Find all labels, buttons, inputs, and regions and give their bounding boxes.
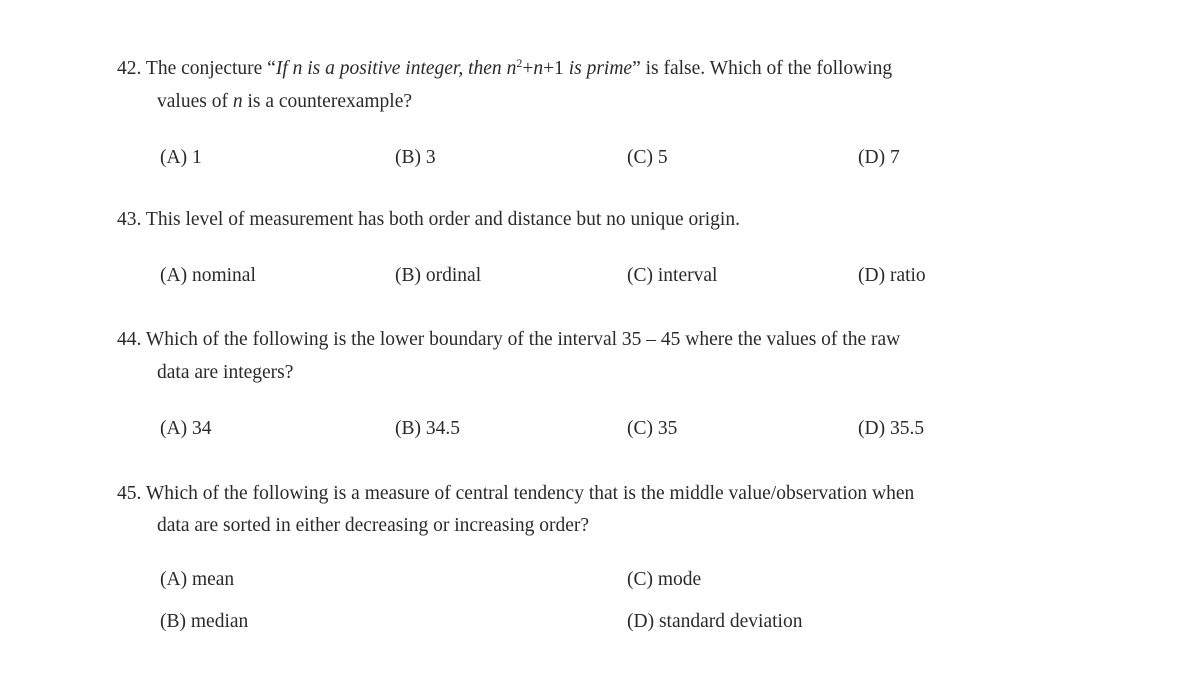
option-a[interactable]: (A) nominal <box>160 264 256 288</box>
question-text: This level of measurement has both order… <box>145 209 740 230</box>
option-d[interactable]: (D) 7 <box>858 146 900 170</box>
question-45-line-2: data are sorted in either decreasing or … <box>157 515 590 536</box>
question-43-line-1: 43. This level of measurement has both o… <box>117 208 740 232</box>
option-d[interactable]: (D) 35.5 <box>858 417 924 441</box>
option-a[interactable]: (A) 1 <box>160 146 202 170</box>
question-number: 45. <box>117 483 142 504</box>
question-number: 42. <box>117 58 142 79</box>
option-b[interactable]: (B) ordinal <box>395 264 481 288</box>
option-d[interactable]: (D) standard deviation <box>627 610 802 634</box>
option-b[interactable]: (B) 34.5 <box>395 417 460 441</box>
option-c[interactable]: (C) mode <box>627 568 701 592</box>
question-44-line-1: 44. Which of the following is the lower … <box>117 328 900 352</box>
question-number: 44. <box>117 329 142 350</box>
question-44-line-2: data are integers? <box>157 362 294 383</box>
option-d[interactable]: (D) ratio <box>858 264 926 288</box>
option-b[interactable]: (B) median <box>160 610 248 634</box>
worksheet-page: 42. The conjecture “If n is a positive i… <box>0 0 1200 675</box>
option-a[interactable]: (A) 34 <box>160 417 211 441</box>
option-c[interactable]: (C) 35 <box>627 417 677 441</box>
question-text: Which of the following is a measure of c… <box>145 483 915 504</box>
question-45-line-1: 45. Which of the following is a measure … <box>117 482 914 506</box>
question-42-line-1: 42. The conjecture “If n is a positive i… <box>117 57 892 81</box>
option-c[interactable]: (C) interval <box>627 264 717 288</box>
option-b[interactable]: (B) 3 <box>395 146 436 170</box>
question-number: 43. <box>117 209 142 230</box>
question-text: Which of the following is the lower boun… <box>145 329 901 350</box>
option-c[interactable]: (C) 5 <box>627 146 668 170</box>
question-42-line-2: values of n is a counterexample? <box>157 91 413 112</box>
question-text: The conjecture “If n is a positive integ… <box>145 56 893 79</box>
option-a[interactable]: (A) mean <box>160 568 234 592</box>
